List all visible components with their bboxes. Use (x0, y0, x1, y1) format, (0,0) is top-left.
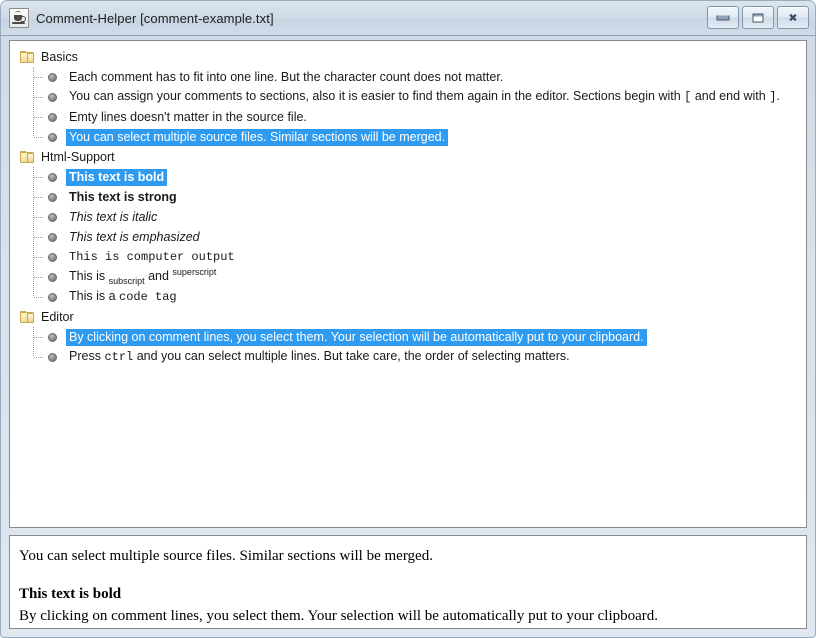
folder-icon (20, 50, 35, 64)
bullet-icon (48, 252, 57, 262)
minimize-icon (716, 15, 730, 20)
bullet-icon (48, 92, 57, 102)
tree-connector (33, 227, 47, 247)
tree-item-label[interactable]: Each comment has to fit into one line. B… (66, 69, 506, 86)
application-window: Comment-Helper [comment-example.txt] ✖ B… (0, 0, 816, 638)
preview-panel[interactable]: You can select multiple source files. Si… (9, 535, 807, 629)
bullet-icon (48, 192, 57, 202)
tree-item[interactable]: This is a code tag (10, 287, 806, 307)
tree-item-label[interactable]: This is subscript and superscript (66, 266, 219, 288)
window-title: Comment-Helper [comment-example.txt] (36, 10, 274, 26)
tree-item-label[interactable]: This text is emphasized (66, 229, 203, 246)
tree-connector (33, 187, 47, 207)
tree-item-label[interactable]: You can assign your comments to sections… (66, 88, 783, 106)
tree-section-label: Html-Support (41, 150, 115, 164)
preview-line: You can select multiple source files. Si… (19, 548, 433, 564)
folder-icon (20, 310, 35, 324)
tree-section-editor[interactable]: Editor (10, 307, 806, 327)
comment-tree-panel[interactable]: Basics Each comment has to fit into one l… (9, 40, 807, 528)
tree-item[interactable]: This text is emphasized (10, 227, 806, 247)
tree-item[interactable]: This text is bold (10, 167, 806, 187)
tree-item[interactable]: By clicking on comment lines, you select… (10, 327, 806, 347)
folder-icon (20, 150, 35, 164)
panel-divider (9, 528, 807, 535)
tree-section-label: Basics (41, 50, 78, 64)
bullet-icon (48, 72, 57, 82)
tree-section-html-support[interactable]: Html-Support (10, 147, 806, 167)
window-controls: ✖ (707, 6, 809, 29)
tree-connector (33, 167, 47, 187)
maximize-icon (752, 13, 764, 22)
tree-connector (33, 107, 47, 127)
bullet-icon (48, 232, 57, 242)
tree-item[interactable]: Emty lines doesn't matter in the source … (10, 107, 806, 127)
bullet-icon (48, 272, 57, 282)
bullet-icon (48, 172, 57, 182)
maximize-button[interactable] (742, 6, 774, 29)
preview-content: You can select multiple source files. Si… (19, 546, 797, 627)
tree-item-label[interactable]: Emty lines doesn't matter in the source … (66, 109, 310, 126)
tree-item-label[interactable]: By clicking on comment lines, you select… (66, 328, 647, 346)
tree-item-label[interactable]: You can select multiple source files. Si… (66, 128, 449, 146)
tree-connector (33, 287, 47, 307)
tree-connector (33, 87, 47, 107)
close-button[interactable]: ✖ (777, 6, 809, 29)
tree-connector (33, 67, 47, 87)
tree-connector (33, 207, 47, 227)
tree-item[interactable]: This text is strong (10, 187, 806, 207)
tree-connector (33, 267, 47, 287)
tree-item[interactable]: You can assign your comments to sections… (10, 87, 806, 107)
title-bar[interactable]: Comment-Helper [comment-example.txt] ✖ (1, 1, 815, 36)
tree-connector (33, 247, 47, 267)
preview-spacer (19, 567, 797, 584)
tree-item-label[interactable]: Press ctrl and you can select multiple l… (66, 348, 573, 366)
tree-connector (33, 127, 47, 147)
tree-item[interactable]: This text is italic (10, 207, 806, 227)
preview-line: This text is bold (19, 586, 122, 603)
tree-item-label[interactable]: This text is strong (66, 189, 180, 206)
bullet-icon (48, 112, 57, 122)
tree-item[interactable]: This is subscript and superscript (10, 267, 806, 287)
tree-item-label[interactable]: This text is bold (66, 168, 168, 186)
bullet-icon (48, 132, 57, 142)
tree-item[interactable]: Press ctrl and you can select multiple l… (10, 347, 806, 367)
bullet-icon (48, 352, 57, 362)
tree-item[interactable]: This is computer output (10, 247, 806, 267)
preview-line: By clicking on comment lines, you select… (19, 607, 659, 624)
bullet-icon (48, 212, 57, 222)
tree-connector (33, 327, 47, 347)
tree-item[interactable]: You can select multiple source files. Si… (10, 127, 806, 147)
client-area: Basics Each comment has to fit into one l… (1, 36, 815, 637)
minimize-button[interactable] (707, 6, 739, 29)
comment-tree[interactable]: Basics Each comment has to fit into one l… (10, 47, 806, 367)
tree-section-basics[interactable]: Basics (10, 47, 806, 67)
tree-section-label: Editor (41, 310, 74, 324)
tree-item[interactable]: Each comment has to fit into one line. B… (10, 67, 806, 87)
java-cup-icon (9, 8, 29, 28)
tree-item-label[interactable]: This is a code tag (66, 288, 180, 306)
bullet-icon (48, 292, 57, 302)
bullet-icon (48, 332, 57, 342)
tree-item-label[interactable]: This is computer output (66, 248, 238, 266)
tree-connector (33, 347, 47, 367)
close-icon: ✖ (788, 11, 798, 24)
tree-item-label[interactable]: This text is italic (66, 209, 160, 226)
